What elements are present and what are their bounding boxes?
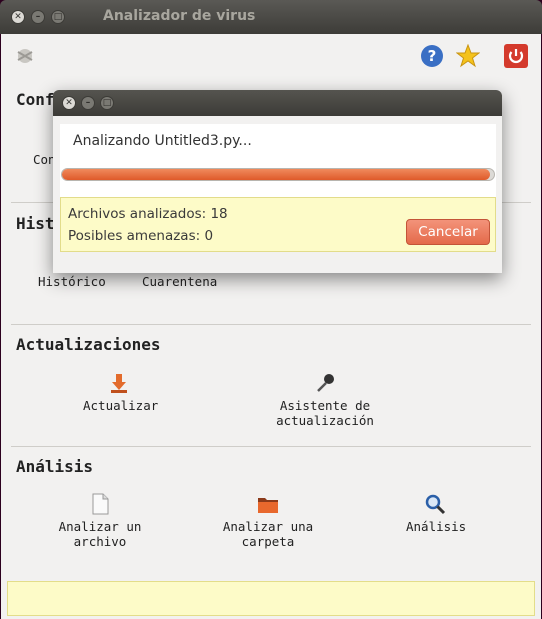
analysis-button[interactable]: Análisis xyxy=(406,493,467,534)
app-logo-icon xyxy=(17,49,33,63)
history-section-title: Hist xyxy=(16,214,55,233)
updates-section-title: Actualizaciones xyxy=(16,335,161,354)
minimize-window-button[interactable]: – xyxy=(31,10,45,24)
files-scanned-text: Archivos analizados: 18 xyxy=(68,206,228,222)
maximize-window-button[interactable]: □ xyxy=(51,10,65,24)
config-section-title: Conf xyxy=(16,90,55,109)
magnifier-icon xyxy=(425,494,446,515)
help-icon[interactable]: ? xyxy=(420,44,444,68)
favorite-star-icon[interactable] xyxy=(456,44,480,68)
scan-message: Analizando Untitled3.py... xyxy=(73,133,252,149)
analyze-folder-label: Analizar una carpeta xyxy=(222,519,314,549)
dialog-minimize-button[interactable]: – xyxy=(81,96,95,110)
quarantine-button[interactable]: Cuarentena xyxy=(142,274,217,289)
analyze-folder-button[interactable]: Analizar una carpeta xyxy=(197,493,339,549)
dialog-maximize-button[interactable]: □ xyxy=(100,96,114,110)
window-title: Analizador de virus xyxy=(103,8,256,24)
close-window-button[interactable]: ✕ xyxy=(11,10,25,24)
folder-icon xyxy=(258,498,278,513)
threats-text: Posibles amenazas: 0 xyxy=(68,228,214,244)
divider xyxy=(11,324,531,325)
dialog-close-button[interactable]: ✕ xyxy=(62,96,76,110)
power-icon[interactable] xyxy=(503,43,529,69)
update-label: Actualizar xyxy=(83,398,159,413)
progress-fill xyxy=(62,169,490,180)
cancel-button[interactable]: Cancelar xyxy=(406,219,490,245)
dialog-titlebar[interactable]: ✕ – □ xyxy=(53,90,502,116)
svg-text:?: ? xyxy=(428,47,437,65)
eyedropper-icon xyxy=(317,374,334,392)
analysis-label: Análisis xyxy=(406,519,467,534)
file-icon xyxy=(92,493,109,515)
scan-progress-bar xyxy=(61,168,495,181)
main-titlebar[interactable]: ✕ – □ Analizador de virus xyxy=(0,0,542,34)
download-arrow-icon xyxy=(111,374,127,393)
update-button[interactable]: Actualizar xyxy=(83,372,159,413)
analysis-section-title: Análisis xyxy=(16,457,94,476)
status-bar xyxy=(7,581,535,616)
update-wizard-button[interactable]: Asistente de actualización xyxy=(233,372,417,428)
analyze-file-label: Analizar un archivo xyxy=(58,519,142,549)
divider xyxy=(11,446,531,447)
analyze-file-button[interactable]: Analizar un archivo xyxy=(33,493,167,549)
update-wizard-label: Asistente de actualización xyxy=(276,398,374,428)
history-button[interactable]: Histórico xyxy=(38,274,106,289)
